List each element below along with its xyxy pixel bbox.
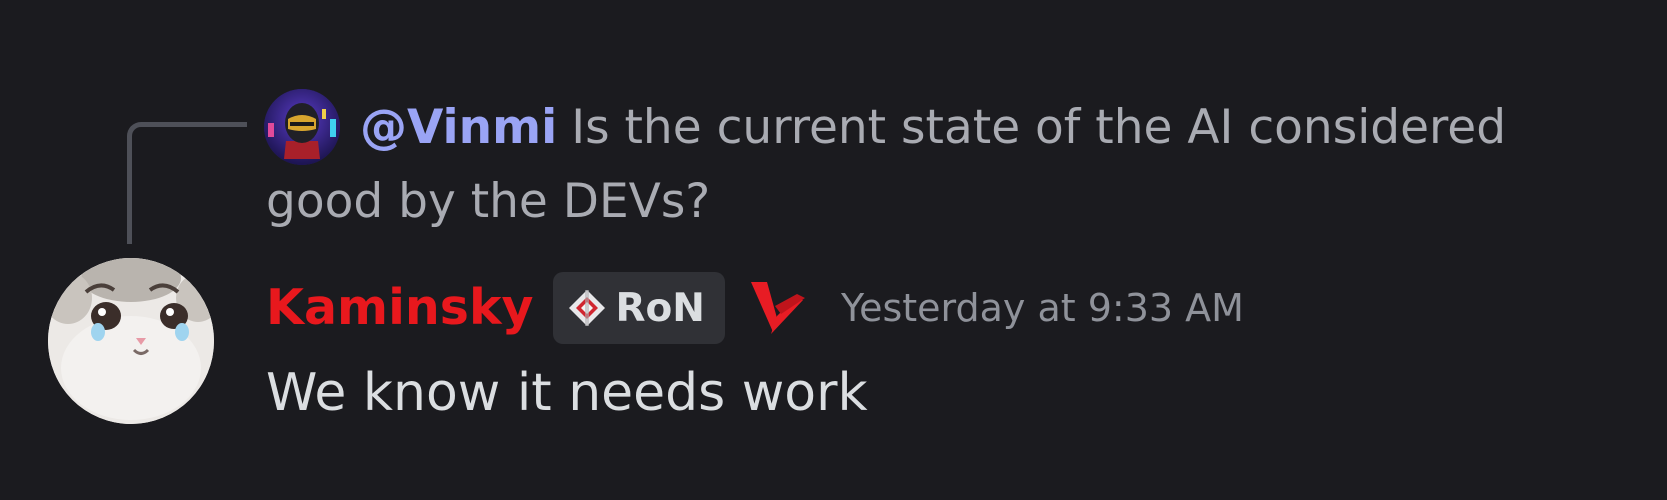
server-tag[interactable]: RoN xyxy=(553,272,725,344)
crying-cat-icon xyxy=(48,258,214,424)
ron-diamond-icon xyxy=(569,290,606,326)
chat-message-container: @Vinmi Is the current state of the AI con… xyxy=(0,0,1667,500)
reply-connector-line xyxy=(127,122,247,244)
message-header: Kaminsky RoN Yesterday at 9:33 AM xyxy=(266,268,1244,348)
author-avatar[interactable] xyxy=(48,258,214,424)
author-username[interactable]: Kaminsky xyxy=(266,276,533,340)
daft-punk-helmet-icon xyxy=(264,89,340,165)
reply-avatar[interactable] xyxy=(264,89,340,165)
reply-text-line1: Is the current state of the AI considere… xyxy=(571,100,1507,155)
reply-preview-line1[interactable]: @Vinmi Is the current state of the AI con… xyxy=(360,96,1506,160)
message-body: We know it needs work xyxy=(266,363,868,423)
message-timestamp[interactable]: Yesterday at 9:33 AM xyxy=(841,286,1244,330)
reply-mention[interactable]: @Vinmi xyxy=(360,100,557,155)
reply-text-line2[interactable]: good by the DEVs? xyxy=(266,170,710,234)
red-v-logo-icon[interactable] xyxy=(747,276,811,340)
server-tag-label: RoN xyxy=(615,285,705,331)
